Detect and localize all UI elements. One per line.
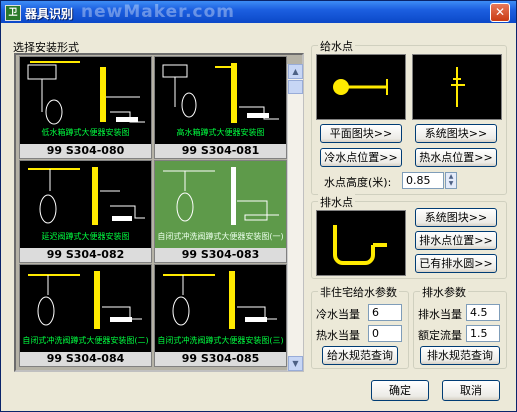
spin-up-icon[interactable]: ▲ [446,173,456,180]
rated-flow-input[interactable]: 1.5 [466,325,500,342]
thumbnail-caption: 延迟阀蹲式大便器安装图 [41,232,130,241]
ok-button[interactable]: 确定 [371,380,429,401]
hot-point-position-button[interactable]: 热水点位置>> [415,148,497,167]
supply-spec-query-button[interactable]: 给水规范查询 [322,346,398,365]
non-residential-title: 非住宅给水参数 [318,284,399,300]
point-height-label: 水点高度(米): [324,176,392,189]
scroll-up-icon[interactable]: ▲ [288,64,303,79]
drain-preview [316,210,406,276]
supply-point-group: 给水点 平面图块>> 系统图块>> 冷水点位置>> 热水点位置>> 水点高度(米… [311,38,507,195]
thumbnail-caption: 自闭式冲洗阀蹲式大便器安装图(一) [157,232,284,241]
thumbnail-item[interactable]: 高水箱蹲式大便器安装图 99 S304-081 [154,56,287,159]
thumbnail-scrollbar[interactable]: ▲ ▼ [287,64,303,371]
cold-equivalent-label: 冷水当量 [316,308,360,321]
thumbnail-list[interactable]: 低水箱蹲式大便器安装图 99 S304-080 高水箱蹲式大便器安装图 99 S… [14,53,304,372]
dialog-window: 卫 器具识别 newMaker.com ✕ 选择安装形式 低水箱蹲式大便器安装图… [0,0,517,412]
thumbnail-item[interactable]: 自闭式冲洗阀蹲式大便器安装图(三) 99 S304-085 [154,264,287,367]
drain-spec-query-button[interactable]: 排水规范查询 [420,346,500,365]
scroll-down-icon[interactable]: ▼ [288,356,303,371]
drain-params-title: 排水参数 [420,284,468,300]
drain-equivalent-label: 排水当量 [418,308,462,321]
supply-point-title: 给水点 [318,38,355,54]
plan-block-button[interactable]: 平面图块>> [320,124,402,143]
scroll-thumb[interactable] [288,80,303,94]
system-supply-icon [451,67,465,107]
drain-point-title: 排水点 [318,194,355,210]
thumbnail-caption: 自闭式冲洗阀蹲式大便器安装图(二) [22,336,149,345]
thumbnail-item[interactable]: 自闭式冲洗阀蹲式大便器安装图(二) 99 S304-084 [19,264,152,367]
thumbnail-caption: 高水箱蹲式大便器安装图 [176,128,265,137]
cancel-button[interactable]: 取消 [442,380,500,401]
point-height-input[interactable]: 0.85 [402,172,444,189]
hot-equivalent-input[interactable]: 0 [368,325,402,342]
title-bar[interactable]: 卫 器具识别 newMaker.com ✕ [1,1,516,23]
system-block-button[interactable]: 系统图块>> [415,124,497,143]
thumbnail-item[interactable]: 低水箱蹲式大便器安装图 99 S304-080 [19,56,152,159]
plan-block-preview [316,54,406,120]
plan-supply-icon [333,79,388,95]
non-residential-params-group: 非住宅给水参数 冷水当量 6 热水当量 0 给水规范查询 [311,284,409,369]
cold-equivalent-input[interactable]: 6 [368,304,402,321]
spin-down-icon[interactable]: ▼ [446,180,456,187]
close-button[interactable]: ✕ [490,3,510,22]
thumbnail-code: 99 S304-083 [155,248,286,262]
drain-system-block-button[interactable]: 系统图块>> [415,208,497,227]
watermark: newMaker.com [81,2,235,22]
thumbnail-code: 99 S304-081 [155,144,286,158]
thumbnail-item[interactable]: 延迟阀蹲式大便器安装图 99 S304-082 [19,160,152,263]
thumbnail-caption: 低水箱蹲式大便器安装图 [41,128,130,137]
cold-point-position-button[interactable]: 冷水点位置>> [320,148,402,167]
thumbnail-code: 99 S304-084 [20,352,151,366]
drain-params-group: 排水参数 排水当量 4.5 额定流量 1.5 排水规范查询 [413,284,507,369]
thumbnail-code: 99 S304-085 [155,352,286,366]
system-block-preview [412,54,502,120]
thumbnail-code: 99 S304-080 [20,144,151,158]
window-title: 器具识别 [25,7,74,21]
app-icon: 卫 [5,5,21,21]
drain-point-position-button[interactable]: 排水点位置>> [415,231,497,250]
thumbnail-code: 99 S304-082 [20,248,151,262]
thumbnail-item-selected[interactable]: 自闭式冲洗阀蹲式大便器安装图(一) 99 S304-083 [154,160,287,263]
drain-equivalent-input[interactable]: 4.5 [466,304,500,321]
existing-drain-circle-button[interactable]: 已有排水圆>> [415,254,497,273]
drain-point-group: 排水点 系统图块>> 排水点位置>> 已有排水圆>> [311,194,507,279]
thumbnail-caption: 自闭式冲洗阀蹲式大便器安装图(三) [157,336,284,345]
hot-equivalent-label: 热水当量 [316,329,360,342]
height-spinner[interactable]: ▲ ▼ [445,172,457,189]
rated-flow-label: 额定流量 [418,329,462,342]
drain-trap-icon [333,225,387,265]
